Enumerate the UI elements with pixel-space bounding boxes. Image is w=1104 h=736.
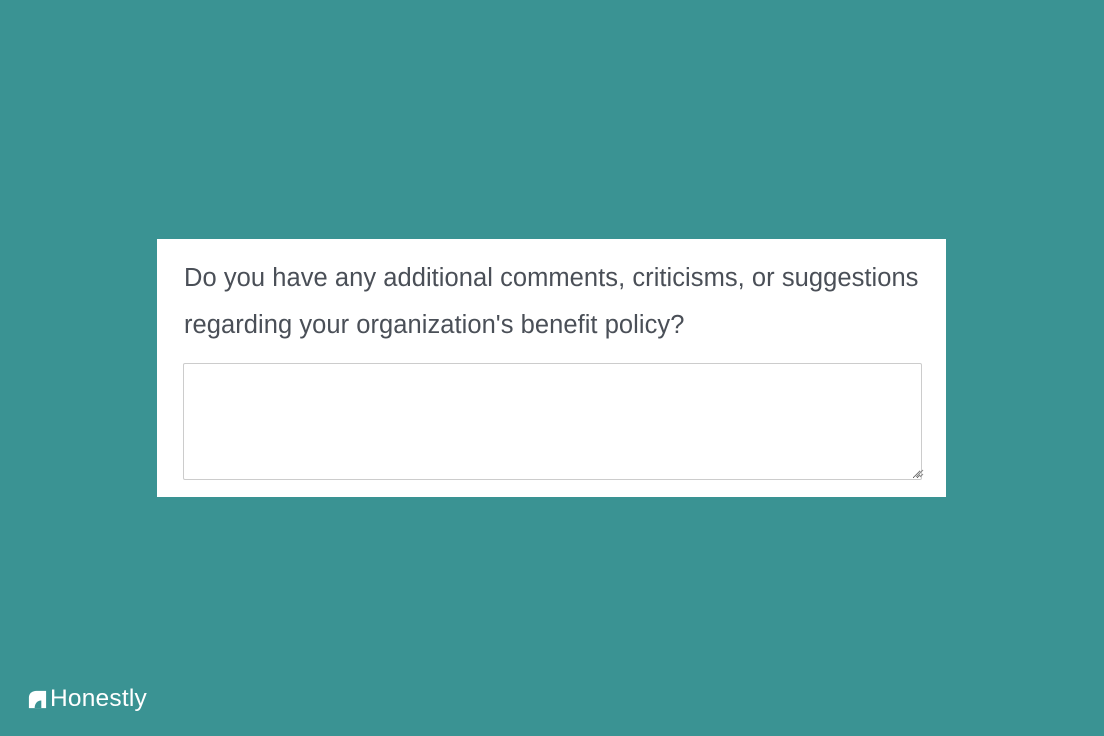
question-card: Do you have any additional comments, cri… [157, 239, 946, 497]
question-text: Do you have any additional comments, cri… [184, 264, 919, 339]
comment-textarea[interactable] [183, 363, 922, 480]
brand-logo: Honestly [27, 684, 147, 714]
brand-name: Honestly [50, 685, 147, 712]
honestly-logo-icon [28, 690, 47, 709]
